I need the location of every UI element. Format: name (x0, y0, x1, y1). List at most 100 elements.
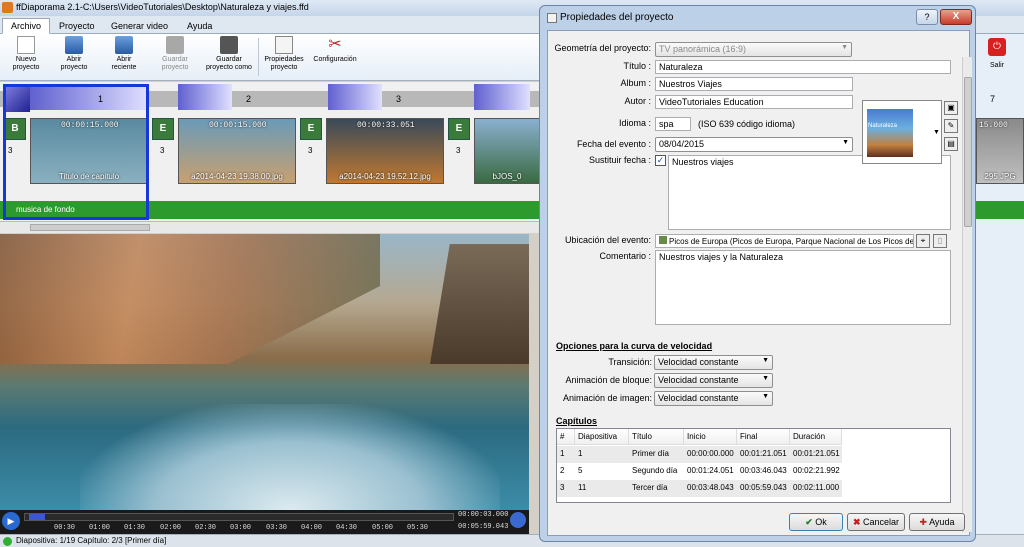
open-project-button[interactable]: Abrir proyecto (54, 36, 94, 72)
table-header[interactable]: Diapositiva (575, 429, 629, 445)
slide-duration: 15.000 (979, 121, 1008, 130)
override-date-checkbox[interactable]: ✓ (655, 155, 666, 166)
map-pin-icon: ⌖ (920, 236, 926, 245)
new-document-icon (17, 36, 35, 54)
block-speed-select[interactable]: Velocidad constante ▼ (654, 373, 773, 388)
new-project-button[interactable]: Nuevo proyecto (6, 36, 46, 72)
tab-proyecto[interactable]: Proyecto (50, 18, 104, 34)
table-cell: 00:03:48.043 (687, 483, 734, 492)
power-icon: ⏻ (993, 41, 1001, 52)
slide-title-bar (328, 84, 382, 110)
table-header[interactable]: Título (629, 429, 684, 445)
tab-archivo[interactable]: Archivo (2, 18, 51, 34)
table-cell: 11 (578, 483, 587, 492)
slide-caption: a2014-04-23 19.38.00.jpg (191, 172, 283, 181)
table-cell: 1 (578, 449, 583, 458)
table-header[interactable]: # (557, 429, 575, 445)
slide-thumbnail[interactable]: 00:00:33.051 a2014-04-23 19.52.12.jpg (326, 118, 444, 184)
cancel-button[interactable]: ✖ Cancelar (847, 513, 905, 531)
scrollbar-thumb[interactable] (964, 77, 972, 227)
table-cell: 00:02:11.000 (793, 483, 840, 492)
scrollbar-thumb[interactable] (30, 224, 150, 231)
slide-index: 3 (308, 146, 313, 155)
save-disk-icon (166, 36, 184, 54)
album-input[interactable]: Nuestros Viajes (655, 77, 853, 91)
cover-save-button[interactable]: ▤ (944, 137, 958, 151)
time-tick: 02:30 (195, 524, 217, 532)
tab-generar-video[interactable]: Generar video (102, 18, 177, 34)
location-clear-button[interactable]: ▯ (933, 234, 947, 248)
transition-icon[interactable]: E (152, 118, 174, 140)
transition-icon[interactable]: E (300, 118, 322, 140)
dialog-scrollbar[interactable] (962, 57, 972, 532)
open-folder-icon (65, 36, 83, 54)
help-dialog-button[interactable]: ✚ Ayuda (909, 513, 965, 531)
properties-icon (275, 36, 293, 54)
help-icon: ✚ (919, 517, 928, 527)
play-button[interactable]: ▶ (2, 512, 20, 530)
status-icon (3, 537, 12, 546)
table-header[interactable]: Inicio (684, 429, 737, 445)
slide-duration: 00:00:15.000 (209, 121, 267, 130)
geometry-select[interactable]: TV panorámica (16:9) ▼ (655, 42, 852, 57)
slide-caption: a2014-04-23 19.52.12.jpg (339, 172, 431, 181)
cover-frame-button[interactable]: ▣ (944, 101, 958, 115)
block-speed-label: Animación de bloque: (565, 375, 652, 385)
tab-ayuda[interactable]: Ayuda (178, 18, 221, 34)
open-recent-icon (115, 36, 133, 54)
cover-thumbnail[interactable]: Naturaleza ▼ (862, 100, 942, 164)
preview-water (80, 404, 500, 510)
transition-icon[interactable]: E (448, 118, 470, 140)
help-button[interactable]: ? (916, 9, 938, 25)
slide-index: 3 (160, 146, 165, 155)
transition-speed-select[interactable]: Velocidad constante ▼ (654, 355, 773, 370)
slide-thumbnail[interactable]: 15.000 295.JPG (976, 118, 1024, 184)
slide-thumbnail[interactable]: 00:00:15.000 a2014-04-23 19.38.00.jpg (178, 118, 296, 184)
table-header[interactable]: Duración (790, 429, 842, 445)
slide-caption: bJOS_0 (492, 172, 522, 181)
close-button[interactable]: X (940, 9, 972, 25)
title-label: Título : (623, 61, 651, 71)
exit-button[interactable]: ⏻ (988, 38, 1006, 56)
language-input[interactable]: spa (655, 117, 691, 131)
total-time: 00:05:59.043 (458, 523, 509, 531)
image-speed-select[interactable]: Velocidad constante ▼ (654, 391, 773, 406)
time-tick: 05:00 (372, 524, 394, 532)
ok-button[interactable]: ✔ Ok (789, 513, 843, 531)
location-label: Ubicación del evento: (564, 235, 651, 245)
event-date-picker[interactable]: 08/04/2015 ▼ (655, 137, 853, 152)
seek-position[interactable] (29, 514, 45, 520)
album-label: Album : (620, 78, 651, 88)
chevron-down-icon: ▼ (933, 129, 940, 136)
ribbon-right-area (970, 34, 1024, 534)
seek-bar[interactable] (24, 513, 454, 521)
override-date-input[interactable]: Nuestros viajes (668, 155, 951, 230)
chevron-down-icon: ▼ (762, 375, 769, 382)
slide-number: 2 (246, 94, 252, 104)
table-cell: 1 (560, 449, 565, 458)
save-project-button[interactable]: Guardar proyecto (152, 36, 198, 72)
settings-button[interactable]: ✂ Configuración (310, 36, 360, 64)
timeline-scrollbar[interactable] (0, 221, 540, 233)
selected-slide-highlight (3, 84, 149, 220)
snapshot-icon[interactable] (510, 512, 526, 528)
time-tick: 00:30 (54, 524, 76, 532)
open-recent-button[interactable]: Abrir reciente (104, 36, 144, 72)
current-time: 00:00:03.000 (458, 511, 509, 519)
save-project-as-button[interactable]: Guardar proyecto como (202, 36, 256, 72)
slide-thumbnail[interactable]: bJOS_0 (474, 118, 540, 184)
location-input[interactable]: Picos de Europa (Picos de Europa, Parque… (655, 234, 914, 248)
cover-edit-button[interactable]: ✎ (944, 119, 958, 133)
table-cell: 00:01:24.051 (687, 466, 734, 475)
table-header[interactable]: Final (737, 429, 790, 445)
title-input[interactable]: Naturaleza (655, 60, 951, 74)
language-hint: (ISO 639 código idioma) (698, 119, 796, 129)
location-pick-button[interactable]: ⌖ (916, 234, 930, 248)
chapters-table[interactable]: # Diapositiva Título Inicio Final Duraci… (556, 428, 951, 503)
project-properties-button[interactable]: Propiedades proyecto (262, 36, 306, 72)
dialog-icon (547, 13, 557, 23)
slide-title-bar (474, 84, 530, 110)
comment-input[interactable]: Nuestros viajes y la Naturaleza (655, 250, 951, 325)
author-input[interactable]: VideoTutoriales Education (655, 95, 853, 109)
check-icon: ✔ (805, 517, 813, 527)
